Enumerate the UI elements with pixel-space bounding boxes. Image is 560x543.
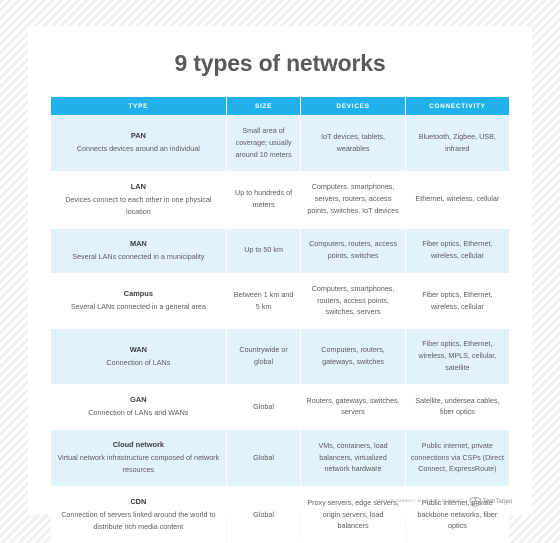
table-header: TYPE SIZE DEVICES CONNECTIVITY bbox=[51, 97, 509, 115]
cell-type: Cloud network Virtual network infrastruct… bbox=[51, 430, 226, 486]
cell-devices: Routers, gateways, switches, servers bbox=[301, 384, 405, 430]
techtarget-wordmark: TechTarget bbox=[482, 497, 512, 505]
cell-size: Up to hundreds of meters bbox=[226, 171, 301, 228]
cell-connectivity: Fiber optics, Ethernet, wireless, MPLS, … bbox=[405, 329, 509, 384]
techtarget-logo: TechTarget bbox=[469, 496, 512, 507]
network-type-description: Devices connect to each other in one phy… bbox=[65, 194, 212, 216]
column-header-connectivity: CONNECTIVITY bbox=[405, 97, 509, 115]
cell-devices: Computers, smartphones, routers, access … bbox=[301, 273, 405, 329]
network-type-description: Connection of LANs bbox=[106, 357, 171, 367]
cell-connectivity: Satellite, undersea cables, fiber optics bbox=[405, 384, 509, 430]
table-body: PAN Connects devices around an individual… bbox=[51, 116, 509, 543]
page-title: 9 types of networks bbox=[174, 50, 386, 76]
network-type-name: Campus bbox=[123, 288, 153, 298]
copyright-text: ©2024 TECHTARGET, ALL RIGHTS RESERVED bbox=[375, 499, 464, 503]
cell-size: Small area of coverage; usually around 1… bbox=[226, 116, 301, 171]
cell-connectivity: Ethernet, wireless, cellular bbox=[405, 171, 509, 228]
cell-devices: Computers, routers, gateways, switches bbox=[301, 329, 405, 384]
cell-devices: Computers, smartphones, servers, routers… bbox=[301, 171, 405, 228]
cell-connectivity: Public internet, private connections via… bbox=[405, 430, 509, 486]
network-types-table-wrapper: TYPE SIZE DEVICES CONNECTIVITY PAN Connec… bbox=[50, 96, 510, 543]
table-row: MAN Several LANs connected in a municipal… bbox=[51, 228, 509, 273]
cell-connectivity: Fiber optics, Ethernet, wireless, cellul… bbox=[405, 273, 509, 329]
cell-type: PAN Connects devices around an individual bbox=[51, 116, 226, 171]
table-row: GAN Connection of LANs and WANs Global Rout… bbox=[51, 384, 509, 430]
footer-bar: ©2024 TECHTARGET, ALL RIGHTS RESERVED Te… bbox=[28, 487, 532, 515]
table-row: Campus Several LANs connected in a genera… bbox=[51, 273, 509, 329]
network-type-name: LAN bbox=[130, 181, 146, 191]
cell-connectivity: Bluetooth, Zigbee, USB, infrared bbox=[405, 116, 509, 171]
cell-type: MAN Several LANs connected in a municipal… bbox=[51, 228, 226, 273]
network-type-description: Connects devices around an individual bbox=[76, 144, 200, 154]
network-type-description: Several LANs connected in a general area bbox=[70, 302, 206, 312]
network-type-description: Virtual network infrastructure composed … bbox=[57, 453, 220, 475]
table-row: PAN Connects devices around an individual… bbox=[51, 116, 509, 171]
network-type-description: Several LANs connected in a municipality bbox=[72, 251, 205, 261]
column-header-size: SIZE bbox=[226, 97, 301, 115]
cell-size: Up to 50 km bbox=[226, 228, 301, 273]
cell-devices: VMs, containers, load balancers, virtual… bbox=[301, 430, 405, 486]
cell-size: Global bbox=[226, 384, 301, 430]
table-row: Cloud network Virtual network infrastruct… bbox=[51, 430, 509, 486]
network-types-table: TYPE SIZE DEVICES CONNECTIVITY PAN Connec… bbox=[50, 96, 510, 543]
cell-type: GAN Connection of LANs and WANs bbox=[51, 384, 226, 430]
cell-connectivity: Fiber optics, Ethernet, wireless, cellul… bbox=[405, 228, 509, 273]
cell-devices: Computers, routers, access points, switc… bbox=[301, 228, 405, 273]
cell-size: Between 1 km and 5 km bbox=[226, 273, 301, 329]
cell-type: LAN Devices connect to each other in one … bbox=[51, 171, 226, 228]
network-type-name: WAN bbox=[129, 344, 147, 354]
column-header-devices: DEVICES bbox=[301, 97, 405, 115]
table-row: LAN Devices connect to each other in one … bbox=[51, 171, 509, 228]
infographic-card: 9 types of networks TYPE SIZE DEVICES CO… bbox=[28, 26, 532, 543]
network-type-name: Cloud network bbox=[112, 440, 165, 450]
network-type-name: GAN bbox=[130, 394, 147, 404]
cell-type: WAN Connection of LANs bbox=[51, 329, 226, 384]
column-header-type: TYPE bbox=[51, 97, 226, 115]
network-type-name: PAN bbox=[130, 131, 146, 141]
cell-size: Global bbox=[226, 430, 301, 486]
network-type-name: MAN bbox=[129, 238, 147, 248]
techtarget-mark-icon bbox=[469, 496, 482, 507]
table-row: WAN Connection of LANs Countrywide or glob… bbox=[51, 329, 509, 384]
network-type-description: Connection of LANs and WANs bbox=[88, 408, 189, 418]
table-header-row: TYPE SIZE DEVICES CONNECTIVITY bbox=[51, 97, 509, 115]
cell-type: Campus Several LANs connected in a genera… bbox=[51, 273, 226, 329]
cell-size: Countrywide or global bbox=[226, 329, 301, 384]
cell-devices: IoT devices, tablets, wearables bbox=[301, 116, 405, 171]
